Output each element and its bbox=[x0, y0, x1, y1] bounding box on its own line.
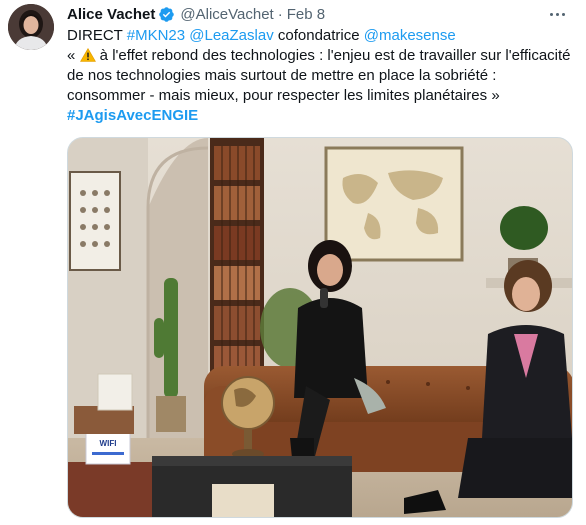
text-cofondatrice: cofondatrice bbox=[273, 27, 364, 44]
mention-makesense[interactable]: @makesense bbox=[364, 27, 456, 44]
hashtag-mkn23[interactable]: #MKN23 bbox=[127, 27, 185, 44]
author-name[interactable]: Alice Vachet bbox=[67, 6, 155, 23]
quote-open: « bbox=[67, 47, 80, 64]
hashtag-jagisavecengie[interactable]: #JAgisAvecENGIE bbox=[67, 107, 198, 124]
separator-dot: · bbox=[277, 5, 283, 23]
author-handle[interactable]: @AliceVachet bbox=[180, 6, 273, 23]
tweet-photo[interactable]: WIFI bbox=[67, 137, 573, 518]
avatar[interactable] bbox=[8, 4, 54, 50]
tweet-date[interactable]: Feb 8 bbox=[287, 6, 325, 23]
tweet-quote: « à l'effet rebond des technologies : l'… bbox=[67, 46, 572, 126]
wifi-sign-text: WIFI bbox=[100, 439, 117, 448]
tweet[interactable]: Alice Vachet @AliceVachet · Feb 8 DIRECT… bbox=[0, 0, 586, 525]
mention-leazaslav[interactable]: @LeaZaslav bbox=[189, 27, 273, 44]
tweet-line-1: DIRECT #MKN23 @LeaZaslav cofondatrice @m… bbox=[67, 26, 572, 46]
verified-badge-icon bbox=[159, 6, 175, 22]
tweet-header: Alice Vachet @AliceVachet · Feb 8 bbox=[67, 5, 325, 23]
avatar-photo bbox=[8, 4, 54, 50]
quote-body: à l'effet rebond des technologies : l'en… bbox=[67, 47, 571, 104]
warning-icon bbox=[79, 48, 96, 62]
text-direct: DIRECT bbox=[67, 27, 127, 44]
event-stage-photo: WIFI bbox=[68, 138, 572, 517]
tweet-text: DIRECT #MKN23 @LeaZaslav cofondatrice @m… bbox=[67, 26, 572, 126]
more-options-icon[interactable] bbox=[546, 6, 568, 22]
